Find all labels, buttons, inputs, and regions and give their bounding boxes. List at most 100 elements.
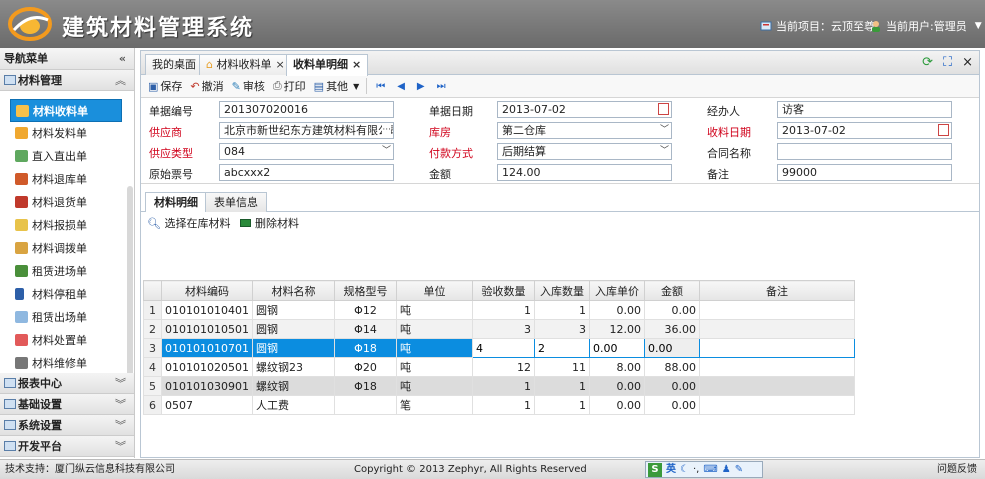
cell-name[interactable]: 圆钢 (251, 300, 335, 320)
col-header[interactable]: 金额 (643, 280, 700, 301)
cell-amount[interactable]: 88.00 (643, 357, 700, 377)
cell-name[interactable]: 人工费 (251, 395, 335, 415)
cell-accepted-qty[interactable]: 1 (471, 395, 535, 415)
cell-price[interactable]: 0.00 (588, 376, 645, 396)
sidebar-item-stop-lease[interactable]: 材料停租单 (10, 283, 122, 306)
tab-receive-detail[interactable]: 收料单明细 × (286, 54, 369, 76)
doc-no-field[interactable]: 201307020016 (219, 101, 394, 118)
cell-price[interactable]: 0.00 (588, 300, 645, 320)
moon-icon[interactable]: ☾ (680, 460, 689, 479)
tab-desktop[interactable]: 我的桌面 (145, 54, 203, 75)
sidebar-group-material[interactable]: 材料管理 ︽ (0, 70, 134, 91)
sidebar-item-dispose[interactable]: 材料处置单 (10, 329, 122, 352)
cell-name[interactable]: 螺纹钢 (251, 376, 335, 396)
cell-note[interactable] (698, 319, 855, 339)
ime-language[interactable]: 英 (666, 460, 676, 479)
wrench-icon[interactable]: ✎ (735, 460, 743, 479)
sidebar-item-repair[interactable]: 材料维修单 (10, 352, 122, 373)
calendar-icon[interactable] (658, 103, 669, 115)
keyboard-icon[interactable]: ⌨ (703, 460, 717, 479)
fullscreen-icon[interactable]: ⛶ (943, 55, 952, 70)
handler-field[interactable]: 访客 (777, 101, 952, 118)
cell-amount[interactable]: 0.00 (643, 395, 700, 415)
col-header[interactable]: 入库数量 (533, 280, 590, 301)
cell-price[interactable]: 0.00 (588, 395, 645, 415)
cell-unit[interactable]: 吨 (395, 357, 473, 377)
cell-amount-input[interactable]: 0.00 (643, 338, 700, 358)
dot-icon[interactable]: ·, (693, 460, 699, 479)
cell-stock-qty[interactable]: 3 (533, 319, 590, 339)
subtab-material-detail[interactable]: 材料明细 (145, 192, 207, 212)
sidebar-item-lease-in[interactable]: 租赁进场单 (10, 260, 122, 283)
cell-note[interactable] (698, 300, 855, 320)
cell-price[interactable]: 8.00 (588, 357, 645, 377)
col-header[interactable]: 备注 (698, 280, 855, 301)
table-row[interactable]: 5 010101030901 螺纹钢 Φ18 吨 1 1 0.00 0.00 (143, 376, 855, 396)
more-icon[interactable]: ··· (382, 123, 391, 138)
save-button[interactable]: ▣ 保存 (145, 77, 185, 96)
cell-unit[interactable]: 吨 (395, 319, 473, 339)
chevron-up-icon[interactable]: ︽ (115, 70, 126, 91)
cell-accepted-qty[interactable]: 3 (471, 319, 535, 339)
collapse-left-icon[interactable]: « (119, 48, 126, 70)
contract-field[interactable] (777, 143, 952, 160)
first-record-icon[interactable]: ⏮ (371, 81, 390, 92)
cell-unit[interactable]: 笔 (395, 395, 473, 415)
cell-stock-qty[interactable]: 1 (533, 376, 590, 396)
cell-spec[interactable]: Φ14 (333, 319, 397, 339)
cell-stock-qty[interactable]: 1 (533, 395, 590, 415)
supply-type-select[interactable]: 084 ﹀ (219, 143, 394, 160)
current-project[interactable]: 当前项目：云顶至尊 (760, 18, 875, 34)
cell-amount[interactable]: 0.00 (643, 376, 700, 396)
sidebar-item-issue[interactable]: 材料发料单 (10, 122, 122, 145)
col-header[interactable]: 入库单价 (588, 280, 645, 301)
sidebar-item-transfer[interactable]: 材料调拨单 (10, 237, 122, 260)
col-header[interactable]: 材料编码 (161, 280, 253, 301)
calendar-icon[interactable] (938, 124, 949, 136)
receive-date-field[interactable]: 2013-07-02 (777, 122, 952, 139)
print-button[interactable]: ⎙ 打印 (270, 77, 309, 96)
supplier-field[interactable]: 北京市新世纪东方建筑材料有限公司 ··· (219, 122, 394, 139)
cell-code[interactable]: 010101010401 (161, 300, 253, 320)
cell-name[interactable]: 圆钢 (251, 319, 335, 339)
remark-field[interactable]: 99000 (777, 164, 952, 181)
cell-accepted-qty[interactable]: 1 (471, 300, 535, 320)
refresh-icon[interactable]: ⟳ (922, 55, 933, 70)
cell-code[interactable]: 010101010501 (161, 319, 253, 339)
sidebar-item-lease-out[interactable]: 租赁出场单 (10, 306, 122, 329)
chevron-down-icon[interactable]: ︾ (115, 394, 126, 415)
sidebar-item-direct[interactable]: 直入直出单 (10, 145, 122, 168)
ime-toolbar[interactable]: S 英 ☾ ·, ⌨ ♟ ✎ (645, 461, 763, 478)
cell-price[interactable]: 12.00 (588, 319, 645, 339)
other-button[interactable]: ▤ 其他 ▼ (311, 77, 363, 96)
sidebar-group-system[interactable]: 系统设置 ︾ (0, 415, 134, 436)
col-header[interactable]: 材料名称 (251, 280, 335, 301)
audit-button[interactable]: ✎ 审核 (229, 77, 268, 96)
next-record-icon[interactable]: ▶ (412, 81, 430, 92)
chevron-down-icon[interactable]: ︾ (115, 373, 126, 394)
cell-spec[interactable]: Φ12 (333, 300, 397, 320)
chevron-down-icon[interactable]: ﹀ (660, 123, 669, 138)
sidebar-scrollbar[interactable] (127, 186, 133, 373)
cell-stock-qty-input[interactable]: 2 (533, 338, 590, 358)
table-row[interactable]: 1 010101010401 圆钢 Φ12 吨 1 1 0.00 0.00 (143, 300, 855, 320)
cell-name[interactable]: 圆钢 (251, 338, 335, 358)
cell-accepted-qty[interactable]: 12 (471, 357, 535, 377)
chevron-down-icon[interactable]: ︾ (115, 436, 126, 457)
cell-amount[interactable]: 0.00 (643, 300, 700, 320)
chevron-down-icon[interactable]: ﹀ (660, 144, 669, 159)
table-row[interactable]: 4 010101020501 螺纹钢23 Φ20 吨 12 11 8.00 88… (143, 357, 855, 377)
cell-stock-qty[interactable]: 11 (533, 357, 590, 377)
select-material-button[interactable]: 🔍︎ 选择在库材料 (147, 215, 230, 231)
cell-code[interactable]: 010101030901 (161, 376, 253, 396)
col-header[interactable]: 验收数量 (471, 280, 535, 301)
sidebar-item-return-stock[interactable]: 材料退库单 (10, 168, 122, 191)
close-icon[interactable]: × (352, 58, 361, 71)
doc-date-field[interactable]: 2013-07-02 (497, 101, 672, 118)
cell-unit[interactable]: 吨 (395, 338, 473, 358)
sidebar-item-receive[interactable]: 材料收料单 (10, 99, 122, 122)
cell-unit[interactable]: 吨 (395, 300, 473, 320)
col-header[interactable]: 单位 (395, 280, 473, 301)
table-row-selected[interactable]: 3 010101010701 圆钢 Φ18 吨 4 2 0.00 0.00 (143, 338, 855, 358)
prev-record-icon[interactable]: ◀ (392, 81, 410, 92)
